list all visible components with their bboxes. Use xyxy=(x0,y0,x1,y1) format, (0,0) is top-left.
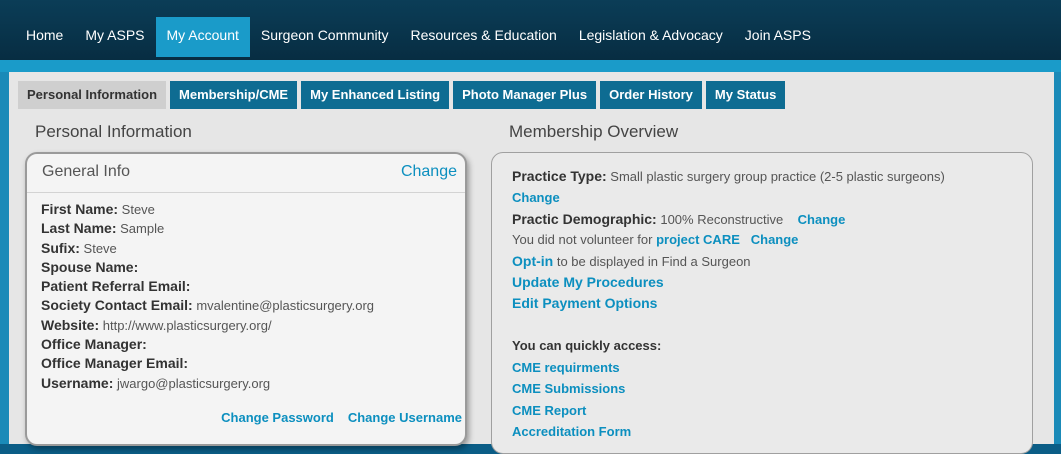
field-first-name: First Name: Steve xyxy=(41,201,155,217)
practice-type-change-link[interactable]: Change xyxy=(512,190,560,205)
field-society-contact-email: Society Contact Email: mvalentine@plasti… xyxy=(41,297,375,314)
practice-type-value: Small plastic surgery group practice (2-… xyxy=(610,169,945,184)
demographic-value: 100% Reconstructive xyxy=(660,212,784,227)
general-info-fields: First Name: Steve Last Name: Sample Sufi… xyxy=(41,200,374,393)
general-info-header: General Info Change xyxy=(27,154,465,193)
field-sufix: Sufix: Steve xyxy=(41,239,117,256)
account-links: Change Password Change Username xyxy=(221,410,462,425)
demographic-change-link[interactable]: Change xyxy=(798,212,846,227)
quick-access-label: You can quickly access: xyxy=(512,338,662,353)
volunteer-row: You did not volunteer for project CARE C… xyxy=(512,232,798,247)
change-password-link[interactable]: Change Password xyxy=(221,410,334,425)
membership-overview-card: Practice Type: Small plastic surgery gro… xyxy=(491,152,1033,454)
tab-membership-cme[interactable]: Membership/CME xyxy=(170,81,298,109)
nav-my-asps[interactable]: My ASPS xyxy=(74,17,155,57)
main-nav: Home My ASPS My Account Surgeon Communit… xyxy=(15,17,822,57)
accreditation-form-link[interactable]: Accreditation Form xyxy=(512,424,631,439)
membership-section-title: Membership Overview xyxy=(509,122,679,141)
update-procedures-row: Update My Procedures xyxy=(512,274,664,290)
nav-accent-strip xyxy=(0,60,1061,72)
volunteer-change-link[interactable]: Change xyxy=(751,232,799,247)
tab-order-history[interactable]: Order History xyxy=(600,81,702,109)
tab-my-status[interactable]: My Status xyxy=(705,81,786,109)
field-patient-referral-email: Patient Referral Email: xyxy=(41,278,191,295)
nav-join-asps[interactable]: Join ASPS xyxy=(734,17,822,57)
account-content: Personal Information Membership/CME My E… xyxy=(9,72,1054,454)
optin-link[interactable]: Opt-in xyxy=(512,253,553,269)
field-username: Username: jwargo@plasticsurgery.org xyxy=(41,374,271,391)
volunteer-text: You did not volunteer for xyxy=(512,232,653,247)
quick-link-row: Accreditation Form xyxy=(512,424,631,439)
quick-link-row: CME requirments xyxy=(512,360,620,375)
right-border xyxy=(1054,72,1061,444)
account-tabs: Personal Information Membership/CME My E… xyxy=(18,81,786,109)
field-last-name: Last Name: Sample xyxy=(41,220,165,237)
nav-surgeon-community[interactable]: Surgeon Community xyxy=(250,17,400,57)
optin-text: to be displayed in Find a Surgeon xyxy=(556,254,751,269)
practice-type-label: Practice Type: xyxy=(512,168,607,184)
nav-resources-education[interactable]: Resources & Education xyxy=(400,17,568,57)
field-spouse-name: Spouse Name: xyxy=(41,258,139,275)
practice-type-row: Practice Type: Small plastic surgery gro… xyxy=(512,168,945,184)
general-info-change-link[interactable]: Change xyxy=(401,163,457,181)
nav-legislation-advocacy[interactable]: Legislation & Advocacy xyxy=(568,17,734,57)
tab-personal-information[interactable]: Personal Information xyxy=(18,81,167,109)
quick-access-row: You can quickly access: xyxy=(512,338,661,353)
tab-enhanced-listing[interactable]: My Enhanced Listing xyxy=(301,81,450,109)
practice-type-change-row: Change xyxy=(512,190,560,205)
general-info-card: General Info Change First Name: Steve La… xyxy=(25,152,467,446)
cme-submissions-link[interactable]: CME Submissions xyxy=(512,381,625,396)
cme-report-link[interactable]: CME Report xyxy=(512,403,586,418)
field-website: Website: http://www.plasticsurgery.org/ xyxy=(41,316,272,333)
edit-payment-row: Edit Payment Options xyxy=(512,295,657,311)
cme-requirements-link[interactable]: CME requirments xyxy=(512,360,620,375)
demographic-label: Practic Demographic: xyxy=(512,211,657,227)
tab-photo-manager-plus[interactable]: Photo Manager Plus xyxy=(453,81,597,109)
field-office-manager: Office Manager: xyxy=(41,336,147,353)
quick-link-row: CME Report xyxy=(512,403,586,418)
change-username-link[interactable]: Change Username xyxy=(348,410,462,425)
nav-home[interactable]: Home xyxy=(15,17,74,57)
field-office-manager-email: Office Manager Email: xyxy=(41,355,189,372)
left-border xyxy=(0,72,9,444)
general-info-title: General Info xyxy=(42,163,131,180)
quick-link-row: CME Submissions xyxy=(512,381,625,396)
project-care-link[interactable]: project CARE xyxy=(656,232,740,247)
update-procedures-link[interactable]: Update My Procedures xyxy=(512,274,664,290)
edit-payment-link[interactable]: Edit Payment Options xyxy=(512,295,657,311)
personal-section-title: Personal Information xyxy=(35,122,192,141)
optin-row: Opt-in to be displayed in Find a Surgeon xyxy=(512,253,751,269)
demographic-row: Practic Demographic: 100% Reconstructive… xyxy=(512,211,845,227)
top-navigation-bar: Home My ASPS My Account Surgeon Communit… xyxy=(0,0,1061,60)
nav-my-account[interactable]: My Account xyxy=(155,17,250,57)
